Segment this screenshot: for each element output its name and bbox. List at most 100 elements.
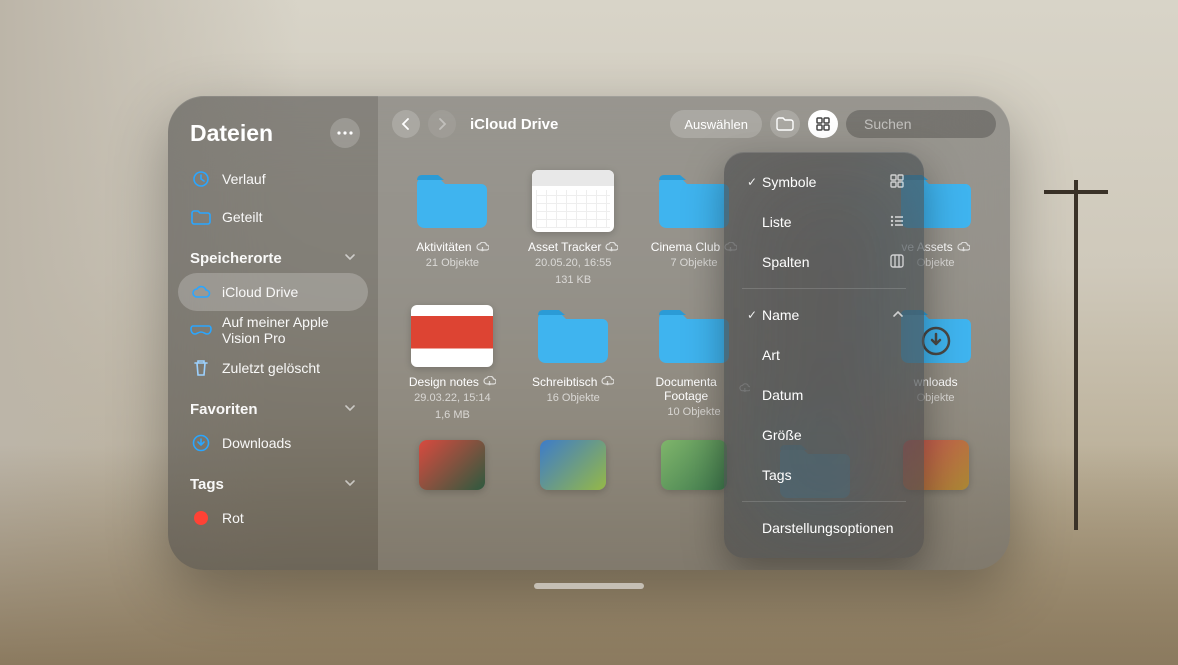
forward-button[interactable]: [428, 110, 456, 138]
grid-icon: [816, 117, 830, 131]
window-resize-bar[interactable]: [534, 583, 644, 589]
chevron-left-icon: [401, 118, 411, 130]
file-meta: 20.05.20, 16:55: [535, 256, 611, 271]
app-title: Dateien: [190, 120, 330, 147]
sidebar-item-label: iCloud Drive: [222, 284, 298, 300]
file-item[interactable]: Aktivitäten21 Objekte: [396, 170, 509, 289]
popover-item-label: Spalten: [762, 254, 890, 270]
folder-icon: [411, 170, 493, 232]
section-locations[interactable]: Speicherorte: [178, 236, 368, 273]
main-content: iCloud Drive Auswählen Aktivitäten21 Obj…: [378, 96, 1010, 570]
check-icon: ✓: [744, 308, 760, 322]
search-field[interactable]: [846, 110, 996, 138]
popover-item-größe[interactable]: Größe: [734, 415, 914, 455]
popover-item-tags[interactable]: Tags: [734, 455, 914, 495]
sidebar-item-zuletzt-gelöscht[interactable]: Zuletzt gelöscht: [178, 349, 368, 387]
section-favorites-label: Favoriten: [190, 401, 258, 418]
popover-item-art[interactable]: Art: [734, 335, 914, 375]
shared-folder-icon: [190, 209, 212, 225]
popover-item-label: Name: [762, 307, 892, 323]
view-options-button[interactable]: [808, 110, 838, 138]
toolbar: iCloud Drive Auswählen: [378, 96, 1010, 152]
file-meta: 29.03.22, 15:14: [414, 391, 490, 406]
new-folder-button[interactable]: [770, 110, 800, 138]
more-button[interactable]: [330, 118, 360, 148]
file-meta: 21 Objekte: [426, 256, 479, 271]
sidebar-item-rot[interactable]: Rot: [178, 499, 368, 537]
photo-thumbnail: [419, 440, 485, 490]
document-icon: [532, 170, 614, 232]
files-window: Dateien Verlauf Geteilt Speicherorte iClo…: [168, 96, 1010, 570]
columns-icon: [890, 254, 904, 271]
file-name-label: Documenta Footage: [638, 375, 735, 403]
visionpro-icon: [190, 324, 212, 336]
file-meta: 10 Objekte: [667, 405, 720, 420]
file-name-label: Cinema Club: [651, 240, 720, 254]
select-button[interactable]: Auswählen: [670, 110, 762, 138]
sidebar-item-label: Downloads: [222, 435, 291, 451]
popover-item-spalten[interactable]: Spalten: [734, 242, 914, 282]
folder-plus-icon: [776, 117, 794, 131]
sidebar-item-auf-meiner-apple-vision-pro[interactable]: Auf meiner Apple Vision Pro: [178, 311, 368, 349]
separator: [742, 288, 906, 289]
separator: [742, 501, 906, 502]
file-meta: 131 KB: [555, 273, 591, 288]
cloud-download-icon: [957, 242, 970, 253]
file-item[interactable]: Schreibtisch16 Objekte: [517, 305, 630, 424]
section-tags[interactable]: Tags: [178, 462, 368, 499]
file-meta: 1,6 MB: [435, 408, 470, 423]
cloud-download-icon: [476, 242, 489, 253]
display-options-label: Darstellungsoptionen: [762, 520, 904, 536]
popover-item-name[interactable]: ✓Name: [734, 295, 914, 335]
file-item[interactable]: [517, 440, 630, 502]
view-options-popover: ✓SymboleListeSpalten ✓NameArtDatumGrößeT…: [724, 152, 924, 558]
download-circle-icon: [190, 434, 212, 452]
file-item[interactable]: Design notes29.03.22, 15:141,6 MB: [396, 305, 509, 424]
sidebar-item-downloads[interactable]: Downloads: [178, 424, 368, 462]
sidebar-item-label: Zuletzt gelöscht: [222, 360, 320, 376]
section-tags-label: Tags: [190, 476, 224, 493]
cloud-download-icon: [483, 376, 496, 387]
list-icon: [890, 214, 904, 231]
sidebar: Dateien Verlauf Geteilt Speicherorte iClo…: [168, 96, 378, 570]
file-meta: 16 Objekte: [547, 391, 600, 406]
ellipsis-icon: [337, 131, 353, 135]
chevron-right-icon: [437, 118, 447, 130]
sidebar-item-label: Geteilt: [222, 209, 262, 225]
cloud-download-icon: [605, 242, 618, 253]
popover-item-label: Tags: [762, 467, 904, 483]
sidebar-item-verlauf[interactable]: Verlauf: [178, 160, 368, 198]
display-options-item[interactable]: Darstellungsoptionen: [734, 508, 914, 548]
grid-icon: [890, 174, 904, 191]
sidebar-item-geteilt[interactable]: Geteilt: [178, 198, 368, 236]
file-item[interactable]: [396, 440, 509, 502]
section-locations-label: Speicherorte: [190, 250, 282, 267]
popover-item-label: Art: [762, 347, 904, 363]
chevron-down-icon: [344, 401, 356, 418]
search-input[interactable]: [864, 116, 1010, 132]
photo-thumbnail: [661, 440, 727, 490]
cloud-download-icon: [601, 376, 614, 387]
popover-item-label: Symbole: [762, 174, 890, 190]
popover-item-datum[interactable]: Datum: [734, 375, 914, 415]
chevron-down-icon: [344, 476, 356, 493]
file-meta: 7 Objekte: [670, 256, 717, 271]
folder-icon: [653, 170, 735, 232]
section-favorites[interactable]: Favoriten: [178, 387, 368, 424]
sidebar-item-icloud-drive[interactable]: iCloud Drive: [178, 273, 368, 311]
clock-icon: [190, 170, 212, 188]
popover-item-liste[interactable]: Liste: [734, 202, 914, 242]
popover-item-symbole[interactable]: ✓Symbole: [734, 162, 914, 202]
popover-item-label: Liste: [762, 214, 890, 230]
file-name-label: Asset Tracker: [528, 240, 601, 254]
select-button-label: Auswählen: [684, 117, 748, 132]
cloud-icon: [190, 285, 212, 299]
document-icon: [411, 305, 493, 367]
back-button[interactable]: [392, 110, 420, 138]
check-icon: ✓: [744, 175, 760, 189]
chevron-down-icon: [344, 250, 356, 267]
file-item[interactable]: Asset Tracker 20.05.20, 16:55 131 KB: [517, 170, 630, 289]
folder-icon: [653, 305, 735, 367]
location-title: iCloud Drive: [470, 116, 670, 133]
trash-icon: [190, 359, 212, 377]
